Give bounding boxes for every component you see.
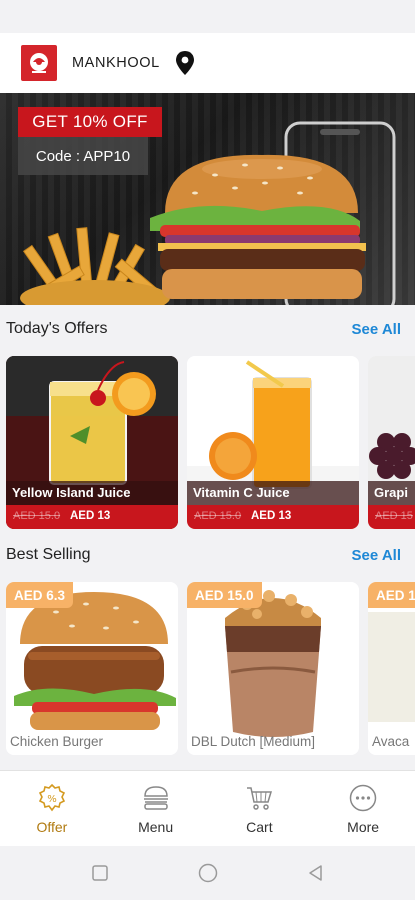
offers-section-title: Today's Offers [6,320,108,337]
nav-label: Offer [36,818,68,835]
brand-name: MANKHOOL [72,55,160,71]
offers-see-all-link[interactable]: See All [352,321,401,338]
promo-title: GET 10% OFF [18,107,162,137]
offer-new-price: AED 13 [70,510,111,522]
burger-icon [143,785,168,810]
product-card[interactable]: AED 1 Avaca [368,582,415,755]
offer-card[interactable]: Grapi AED 15 [368,356,415,529]
product-price-tag: AED 6.3 [6,582,74,608]
offer-name: Grapi [374,485,408,500]
back-triangle-icon[interactable] [306,863,326,883]
product-card[interactable]: AED 6.3 Chicken Burger [6,582,178,755]
product-name: DBL Dutch [Medium] [191,734,316,749]
best-selling-carousel[interactable]: AED 6.3 Chicken Burger AED 15.0 DBL Dutc… [0,582,415,757]
best-selling-section-header: Best Selling See All [0,538,415,572]
offer-old-price: AED 15.0 [194,510,242,522]
offer-old-price: AED 15 [375,510,413,522]
nav-label: Cart [246,818,273,835]
product-name: Chicken Burger [10,734,104,749]
offers-carousel[interactable]: Yellow Island Juice AED 15.0 AED 13 Vita… [0,356,415,531]
offer-new-price: AED 13 [251,510,292,522]
offers-section-header: Today's Offers See All [0,312,415,346]
product-price-tag: AED 15.0 [187,582,262,608]
offer-name: Vitamin C Juice [193,485,290,500]
offer-card[interactable]: Vitamin C Juice AED 15.0 AED 13 [187,356,359,529]
svg-text:%: % [47,794,57,805]
nav-label: Menu [138,818,174,835]
status-bar [0,0,415,33]
location-pin-icon[interactable] [174,50,196,76]
nav-item-offer[interactable]: % Offer [0,771,104,846]
offer-old-price: AED 15.0 [13,510,61,522]
restaurant-logo-icon[interactable] [21,45,57,81]
app-header: MANKHOOL [0,33,415,93]
nav-label: More [347,818,380,835]
best-selling-see-all-link[interactable]: See All [352,547,401,564]
promo-banner[interactable]: GET 10% OFF Code : APP10 [0,93,415,305]
best-selling-section-title: Best Selling [6,546,91,563]
product-card[interactable]: AED 15.0 DBL Dutch [Medium] [187,582,359,755]
nav-item-cart[interactable]: Cart [208,771,312,846]
nav-item-menu[interactable]: Menu [104,771,208,846]
offer-badge-icon: % [38,783,65,811]
offer-card[interactable]: Yellow Island Juice AED 15.0 AED 13 [6,356,178,529]
offer-name: Yellow Island Juice [12,485,131,500]
bottom-navigation: % Offer Menu Cart More [0,770,415,846]
product-name: Avaca [372,734,410,749]
recent-apps-icon[interactable] [90,863,110,883]
more-dots-icon [349,784,377,811]
nav-item-more[interactable]: More [311,771,415,846]
system-navigation-bar [0,846,415,900]
product-price-tag: AED 1 [368,582,415,608]
promo-code: Code : APP10 [18,137,148,175]
home-circle-icon[interactable] [198,863,218,883]
cart-icon [247,786,273,810]
